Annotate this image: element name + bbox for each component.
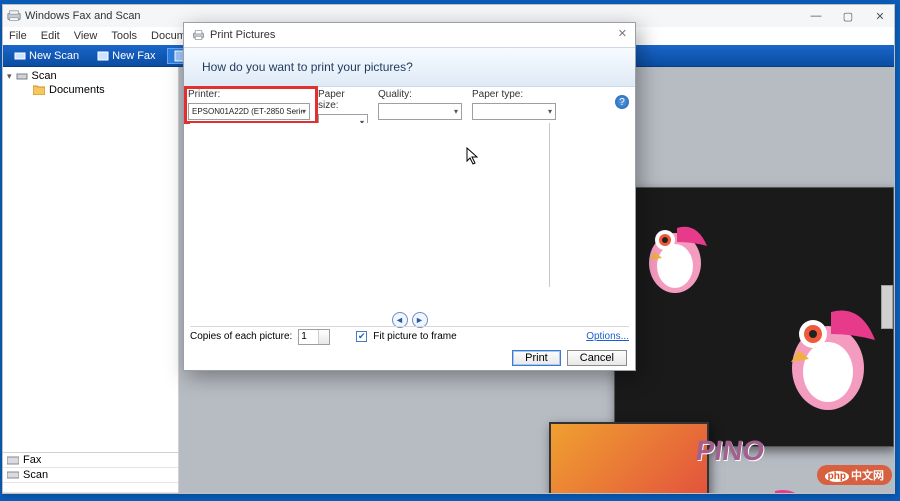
fit-frame-label: Fit picture to frame	[373, 331, 456, 342]
dialog-titlebar: Print Pictures	[184, 23, 635, 47]
scrollbar-thumb[interactable]	[881, 285, 893, 329]
fit-frame-checkbox[interactable]: ✔	[356, 331, 367, 342]
bird-icon-2	[773, 288, 883, 418]
chevron-down-icon: ▾	[302, 107, 306, 116]
minimize-button[interactable]: —	[806, 10, 826, 23]
menu-view[interactable]: View	[74, 30, 98, 42]
tree-root-label: Scan	[32, 70, 57, 82]
app-icon	[7, 9, 21, 23]
sidebar-item-scan[interactable]: Scan	[3, 468, 178, 483]
watermark: php中文网	[817, 465, 892, 485]
chevron-down-icon: ▾	[548, 107, 552, 116]
paper-type-label: Paper type:	[472, 89, 556, 100]
cancel-button[interactable]: Cancel	[567, 350, 627, 366]
dialog-buttons: Print Cancel	[512, 350, 627, 366]
fax-small-icon	[7, 455, 19, 465]
print-pictures-dialog: Print Pictures ✕ How do you want to prin…	[183, 22, 636, 371]
chevron-down-icon: ▾	[454, 107, 458, 116]
print-preview-pane	[190, 123, 629, 287]
collapse-icon[interactable]: ▾	[7, 71, 12, 82]
app-title: Windows Fax and Scan	[25, 10, 141, 22]
quality-select[interactable]: ▾	[378, 103, 462, 120]
sidebar-fax-label: Fax	[23, 454, 41, 466]
new-fax-button[interactable]: New Fax	[90, 48, 162, 64]
tree-root-scan[interactable]: ▾ Scan	[5, 69, 176, 83]
scanner-icon	[16, 70, 28, 82]
sidebar-spacer	[3, 483, 178, 493]
fax-icon	[97, 50, 109, 62]
printer-field: Printer: EPSON01A22D (ET-2850 Series) ▾	[188, 89, 310, 120]
dialog-title: Print Pictures	[210, 29, 275, 41]
preview-dvd-case	[614, 187, 894, 447]
print-button[interactable]: Print	[512, 350, 561, 366]
pino-text: PINO	[693, 435, 766, 467]
tree-documents[interactable]: Documents	[5, 83, 176, 97]
menu-file[interactable]: File	[9, 30, 27, 42]
new-scan-label: New Scan	[29, 50, 79, 62]
folder-tree: ▾ Scan Documents	[3, 67, 178, 452]
preview-poster: MY HERO ACADEMIA THE MOVIE WORLD HEROES …	[549, 422, 709, 493]
copies-value: 1	[301, 331, 307, 342]
sidebar-item-fax[interactable]: Fax	[3, 453, 178, 468]
sidebar: ▾ Scan Documents Fax Scan	[3, 67, 179, 493]
options-link[interactable]: Options...	[586, 331, 629, 342]
copies-label: Copies of each picture:	[190, 331, 292, 342]
maximize-button[interactable]: ▢	[838, 10, 858, 23]
sidebar-bottom: Fax Scan	[3, 452, 178, 493]
help-icon[interactable]: ?	[615, 95, 629, 109]
print-icon	[192, 29, 205, 42]
dialog-heading: How do you want to print your pictures?	[184, 47, 635, 87]
folder-icon	[33, 85, 45, 95]
dialog-body: Printer: EPSON01A22D (ET-2850 Series) ▾ …	[184, 87, 635, 370]
new-fax-label: New Fax	[112, 50, 155, 62]
paper-type-field: Paper type: ▾	[472, 89, 556, 120]
menu-edit[interactable]: Edit	[41, 30, 60, 42]
dialog-footer-row: Copies of each picture: 1 ✔ Fit picture …	[190, 326, 629, 346]
layout-strip	[549, 123, 629, 287]
printer-select[interactable]: EPSON01A22D (ET-2850 Series) ▾	[188, 103, 310, 120]
quality-label: Quality:	[378, 89, 462, 100]
paper-type-select[interactable]: ▾	[472, 103, 556, 120]
copies-spinner[interactable]: 1	[298, 329, 330, 345]
printer-label: Printer:	[188, 89, 310, 100]
scan-icon	[14, 50, 26, 62]
dialog-close-button[interactable]: ✕	[618, 27, 627, 40]
scan-small-icon	[7, 470, 19, 480]
printer-value: EPSON01A22D (ET-2850 Series)	[192, 107, 302, 116]
paper-size-label: Paper size:	[318, 89, 368, 111]
tree-documents-label: Documents	[49, 84, 105, 96]
quality-field: Quality: ▾	[378, 89, 462, 120]
menu-tools[interactable]: Tools	[111, 30, 137, 42]
new-scan-button[interactable]: New Scan	[7, 48, 86, 64]
window-controls: — ▢ ✕	[806, 10, 890, 23]
bird-icon-3	[729, 477, 819, 493]
sidebar-scan-label: Scan	[23, 469, 48, 481]
watermark-prefix: php	[825, 471, 849, 482]
close-button[interactable]: ✕	[870, 10, 890, 23]
bird-icon	[635, 208, 715, 298]
watermark-text: 中文网	[851, 470, 884, 482]
